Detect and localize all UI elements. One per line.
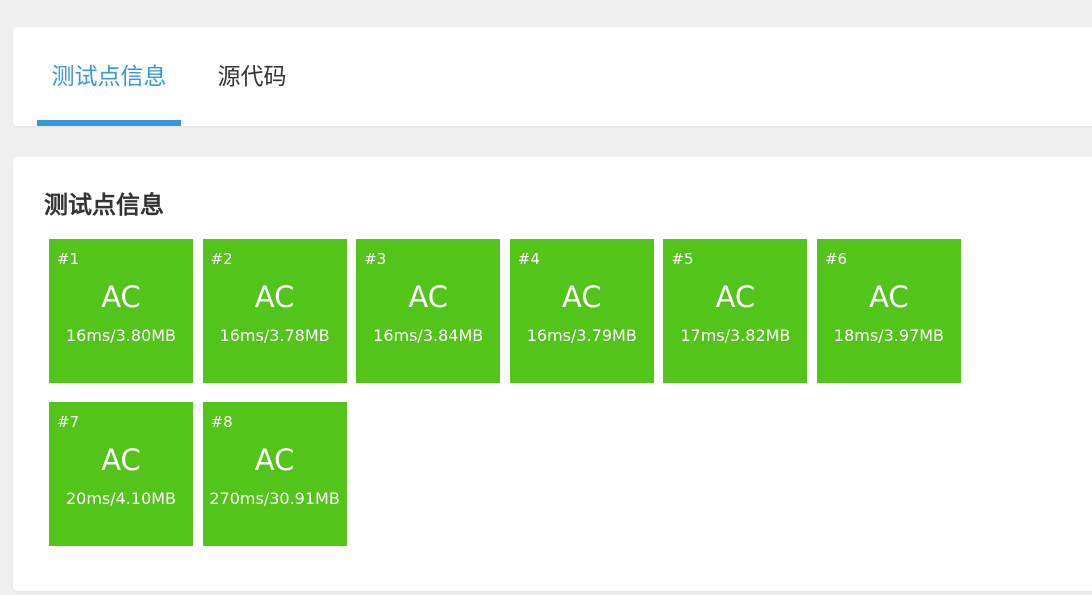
test-case-status: AC xyxy=(408,280,448,314)
test-case-usage: 16ms/3.79MB xyxy=(526,326,637,345)
test-case-status: AC xyxy=(715,280,756,314)
test-case-id: #1 xyxy=(57,250,80,268)
test-case-status: AC xyxy=(254,443,295,477)
test-case-card[interactable]: #3 AC 16ms/3.84MB xyxy=(356,239,501,383)
tab-bar: 测试点信息 源代码 xyxy=(13,27,1092,126)
tab-test-points[interactable]: 测试点信息 xyxy=(37,27,181,126)
test-case-usage: 17ms/3.82MB xyxy=(680,326,791,345)
test-case-id: #5 xyxy=(671,250,694,268)
test-case-grid: #1 AC 16ms/3.80MB #2 AC 16ms/3.78MB #3 A… xyxy=(49,239,989,546)
test-case-usage: 16ms/3.80MB xyxy=(65,326,177,345)
test-case-id: #8 xyxy=(210,413,233,431)
active-tab-indicator xyxy=(37,120,181,126)
test-case-id: #3 xyxy=(364,250,387,268)
test-case-usage: 18ms/3.97MB xyxy=(833,326,944,345)
test-case-card[interactable]: #6 AC 18ms/3.97MB xyxy=(816,239,961,383)
test-case-id: #7 xyxy=(57,413,80,431)
test-case-card[interactable]: #8 AC 270ms/30.91MB xyxy=(202,402,347,546)
test-case-card[interactable]: #7 AC 20ms/4.10MB xyxy=(49,402,193,546)
test-case-usage: 20ms/4.10MB xyxy=(65,489,177,508)
tab-source-code[interactable]: 源代码 xyxy=(197,27,307,126)
test-case-status: AC xyxy=(101,280,141,314)
test-case-status: AC xyxy=(254,280,295,314)
test-case-status: AC xyxy=(561,280,602,314)
test-case-id: #2 xyxy=(210,250,233,268)
test-case-usage: 16ms/3.78MB xyxy=(219,326,330,345)
test-case-usage: 16ms/3.84MB xyxy=(373,326,484,345)
test-case-card[interactable]: #4 AC 16ms/3.79MB xyxy=(509,239,654,383)
test-case-status: AC xyxy=(101,443,141,477)
test-case-card[interactable]: #2 AC 16ms/3.78MB xyxy=(202,239,347,383)
section-title: 测试点信息 xyxy=(44,191,164,219)
test-case-card[interactable]: #1 AC 16ms/3.80MB xyxy=(49,239,193,383)
test-case-id: #6 xyxy=(824,250,848,268)
test-case-card[interactable]: #5 AC 17ms/3.82MB xyxy=(663,239,808,383)
test-case-id: #4 xyxy=(517,250,540,268)
test-case-usage: 270ms/30.91MB xyxy=(209,489,340,508)
test-case-status: AC xyxy=(869,280,909,314)
test-points-panel: 测试点信息 #1 AC 16ms/3.80MB #2 AC 16ms/3.78M… xyxy=(13,157,1092,591)
